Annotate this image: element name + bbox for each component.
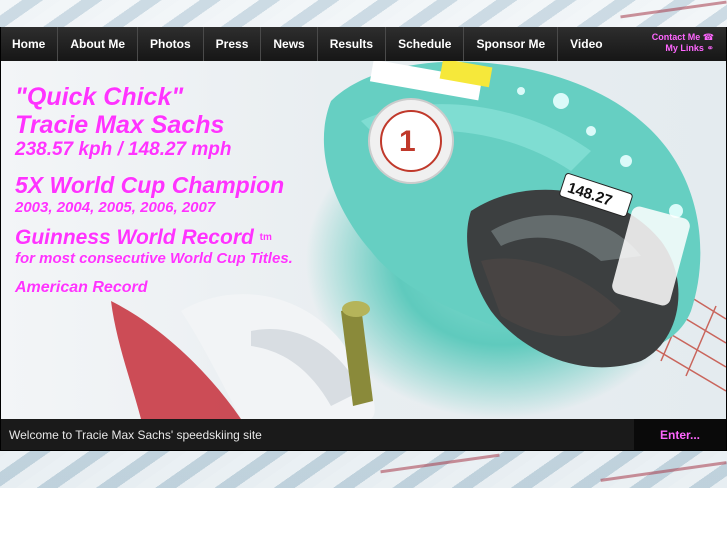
svg-text:1: 1	[399, 125, 416, 158]
champion-title: 5X World Cup Champion	[15, 172, 285, 198]
trademark: tm	[259, 232, 272, 243]
speed-record: 238.57 kph / 148.27 mph	[15, 139, 232, 160]
enter-button[interactable]: Enter...	[634, 419, 726, 450]
nav-sponsor-me[interactable]: Sponsor Me	[464, 27, 559, 61]
main-frame: Home About Me Photos Press News Results …	[0, 27, 727, 451]
athlete-name: Tracie Max Sachs	[15, 111, 225, 139]
guinness-record: Guinness World Record tm	[15, 226, 272, 249]
champion-years: 2003, 2004, 2005, 2006, 2007	[15, 199, 216, 216]
nav-about-me[interactable]: About Me	[58, 27, 138, 61]
chain-link-icon: ⚭	[706, 43, 714, 53]
welcome-text: Welcome to Tracie Max Sachs' speedskiing…	[9, 427, 262, 442]
nav-photos[interactable]: Photos	[138, 27, 204, 61]
hero-text-block: "Quick Chick" Tracie Max Sachs 238.57 kp…	[15, 83, 293, 296]
contact-me-link[interactable]: Contact Me ☎	[652, 32, 714, 43]
nav-schedule[interactable]: Schedule	[386, 27, 465, 61]
nav-results[interactable]: Results	[318, 27, 387, 61]
nav-news[interactable]: News	[261, 27, 318, 61]
nav-press[interactable]: Press	[204, 27, 262, 61]
nav-side-links: Contact Me ☎ My Links ⚭	[652, 32, 714, 54]
nickname: "Quick Chick"	[15, 83, 184, 111]
guinness-detail: for most consecutive World Cup Titles.	[15, 250, 293, 267]
welcome-bar: Welcome to Tracie Max Sachs' speedskiing…	[1, 419, 726, 450]
american-record: American Record	[15, 279, 148, 296]
nav-video[interactable]: Video	[558, 27, 614, 61]
nav-home[interactable]: Home	[1, 27, 59, 61]
hero-banner: 1 148.27 "Quick Chick" Tracie Max Sachs …	[1, 61, 726, 419]
phone-icon: ☎	[702, 32, 714, 42]
my-links-link[interactable]: My Links ⚭	[652, 43, 714, 54]
top-navigation: Home About Me Photos Press News Results …	[1, 27, 726, 61]
